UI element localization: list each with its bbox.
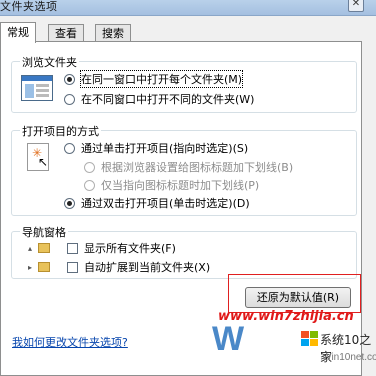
watermark-site-sub: Win10net.com	[322, 352, 376, 363]
auto-expand-label: 自动扩展到当前文件夹(X)	[84, 261, 211, 274]
underline-hover-label: 仅当指向图标标题时加下划线(P)	[101, 179, 260, 192]
checkbox-show-all[interactable]	[67, 242, 78, 254]
windows-flag-icon	[301, 331, 319, 347]
single-click-label: 通过单击打开项目(指向时选定)(S)	[81, 142, 249, 155]
show-all-folders-option[interactable]: ▴ 显示所有文件夹(F)	[28, 240, 176, 256]
open-same-window-option[interactable]: 在同一窗口中打开每个文件夹(M)	[64, 70, 244, 88]
radio-underline-hover[interactable]	[84, 179, 95, 191]
auto-expand-option[interactable]: ▸ 自动扩展到当前文件夹(X)	[28, 259, 210, 275]
double-click-option[interactable]: 通过双击打开项目(单击时选定)(D)	[64, 195, 250, 211]
expand-arrow-icon: ▴	[28, 243, 33, 253]
underline-browser-label: 根据浏览器设置给图标标题加下划线(B)	[101, 161, 294, 174]
help-link[interactable]: 我如何更改文件夹选项?	[12, 334, 128, 350]
open-same-window-label: 在同一窗口中打开每个文件夹(M)	[79, 70, 244, 88]
tab-general[interactable]: 常规	[0, 22, 36, 43]
tab-search[interactable]: 搜索	[95, 24, 131, 42]
radio-underline-browser[interactable]	[84, 161, 95, 173]
tab-view[interactable]: 查看	[48, 24, 84, 42]
checkbox-auto-expand[interactable]	[67, 261, 78, 273]
restore-defaults-button[interactable]: 还原为默认值(R)	[245, 287, 351, 308]
window-title: 文件夹选项	[0, 0, 58, 13]
browse-folders-title: 浏览文件夹	[20, 54, 79, 70]
title-bar: 文件夹选项 ✕	[0, 0, 376, 16]
tab-strip: 常规 查看 搜索	[0, 22, 376, 43]
open-new-window-option[interactable]: 在不同窗口中打开不同的文件夹(W)	[64, 91, 254, 107]
folder-icon	[38, 262, 50, 272]
show-all-folders-label: 显示所有文件夹(F)	[84, 242, 176, 255]
open-new-window-label: 在不同窗口中打开不同的文件夹(W)	[81, 93, 255, 106]
click-cursor-icon: ✳ ↖	[27, 143, 49, 171]
underline-browser-option[interactable]: 根据浏览器设置给图标标题加下划线(B)	[84, 159, 293, 175]
close-button[interactable]: ✕	[348, 0, 364, 12]
radio-new-window[interactable]	[64, 93, 75, 105]
radio-single-click[interactable]	[64, 142, 75, 154]
click-items-title: 打开项目的方式	[20, 123, 101, 139]
double-click-label: 通过双击打开项目(单击时选定)(D)	[81, 197, 250, 210]
folder-window-icon	[21, 75, 53, 101]
folder-icon	[38, 243, 50, 253]
navigation-pane-title: 导航窗格	[20, 224, 68, 240]
underline-hover-option[interactable]: 仅当指向图标标题时加下划线(P)	[84, 177, 259, 193]
watermark-logo: W	[212, 320, 244, 358]
radio-same-window[interactable]	[64, 73, 75, 85]
single-click-option[interactable]: 通过单击打开项目(指向时选定)(S)	[64, 140, 248, 156]
collapse-arrow-icon: ▸	[28, 262, 33, 272]
radio-double-click[interactable]	[64, 197, 75, 209]
